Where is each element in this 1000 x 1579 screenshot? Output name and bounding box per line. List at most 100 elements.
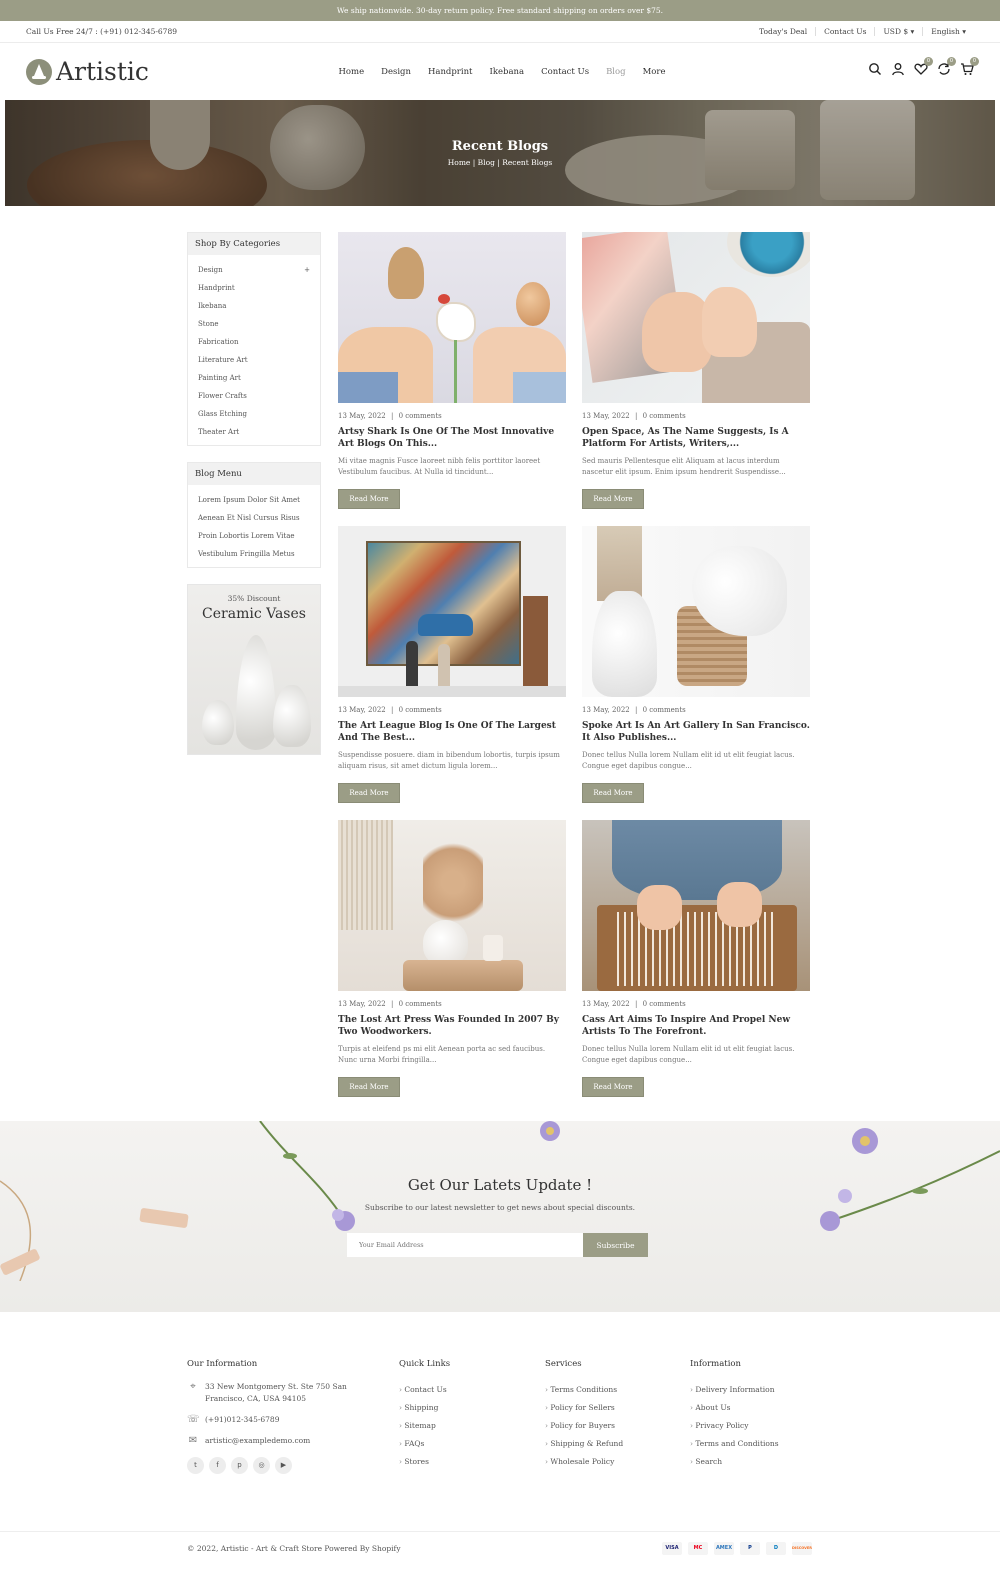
category-item-theater-art[interactable]: Theater Art xyxy=(198,423,310,441)
post-date: 13 May, 2022 xyxy=(582,706,630,714)
blog-menu-item[interactable]: Lorem Ipsum Dolor Sit Amet xyxy=(198,491,310,509)
post-image-gallery-painting[interactable] xyxy=(338,526,566,697)
blog-post-card: 13 May, 2022 | 0 comments Artsy Shark Is… xyxy=(338,232,566,509)
categories-title: Shop By Categories xyxy=(188,233,320,255)
nav-more[interactable]: More xyxy=(634,67,674,77)
blog-menu-item[interactable]: Proin Lobortis Lorem Vitae xyxy=(198,527,310,545)
footer-link[interactable]: Policy for Buyers xyxy=(545,1417,623,1435)
footer-link[interactable]: Policy for Sellers xyxy=(545,1399,623,1417)
wishlist-count-badge: 0 xyxy=(924,57,933,66)
category-item-ikebana[interactable]: Ikebana xyxy=(198,297,310,315)
footer-link[interactable]: Wholesale Policy xyxy=(545,1453,623,1471)
read-more-button[interactable]: Read More xyxy=(582,489,644,509)
todays-deal-link[interactable]: Today's Deal xyxy=(751,27,815,36)
post-title[interactable]: Spoke Art Is An Art Gallery In San Franc… xyxy=(582,721,810,744)
post-title[interactable]: Cass Art Aims To Inspire And Propel New … xyxy=(582,1015,810,1038)
breadcrumb[interactable]: Home | Blog | Recent Blogs xyxy=(5,158,995,167)
footer-link[interactable]: Contact Us xyxy=(399,1381,450,1399)
post-date: 13 May, 2022 xyxy=(338,706,386,714)
footer-link[interactable]: FAQs xyxy=(399,1435,450,1453)
coffee-cup-shape xyxy=(727,232,810,277)
search-icon[interactable] xyxy=(868,62,882,76)
twitter-icon[interactable]: t xyxy=(187,1457,204,1474)
floor-shape xyxy=(338,686,566,697)
email-text[interactable]: artistic@exampledemo.com xyxy=(205,1435,310,1447)
category-label: Painting Art xyxy=(198,374,241,382)
contact-us-link[interactable]: Contact Us xyxy=(815,27,874,36)
footer-link[interactable]: Terms Conditions xyxy=(545,1381,623,1399)
footer-link[interactable]: Sitemap xyxy=(399,1417,450,1435)
footer-link[interactable]: About Us xyxy=(690,1399,779,1417)
newsletter-email-input[interactable] xyxy=(347,1233,583,1257)
read-more-button[interactable]: Read More xyxy=(582,1077,644,1097)
category-item-painting-art[interactable]: Painting Art xyxy=(198,369,310,387)
youtube-icon[interactable]: ▶ xyxy=(275,1457,292,1474)
footer-information-title: Information xyxy=(690,1359,742,1369)
post-comments[interactable]: 0 comments xyxy=(399,1000,442,1008)
footer-link[interactable]: Shipping xyxy=(399,1399,450,1417)
category-item-literature-art[interactable]: Literature Art xyxy=(198,351,310,369)
footer-quick-links-title: Quick Links xyxy=(399,1359,451,1369)
nav-ikebana[interactable]: Ikebana xyxy=(481,67,533,77)
pinterest-icon[interactable]: p xyxy=(231,1457,248,1474)
footer-link[interactable]: Search xyxy=(690,1453,779,1471)
facebook-icon[interactable]: f xyxy=(209,1457,226,1474)
read-more-button[interactable]: Read More xyxy=(338,1077,400,1097)
post-title[interactable]: Open Space, As The Name Suggests, Is A P… xyxy=(582,427,810,450)
category-item-design[interactable]: Design + xyxy=(198,261,310,279)
promo-banner[interactable]: 35% Discount Ceramic Vases xyxy=(187,584,321,755)
instagram-icon[interactable]: ◎ xyxy=(253,1457,270,1474)
post-comments[interactable]: 0 comments xyxy=(399,412,442,420)
post-comments[interactable]: 0 comments xyxy=(643,706,686,714)
subscribe-button[interactable]: Subscribe xyxy=(583,1233,648,1257)
footer-link[interactable]: Privacy Policy xyxy=(690,1417,779,1435)
post-comments[interactable]: 0 comments xyxy=(643,412,686,420)
newsletter-subtitle: Subscribe to our latest newsletter to ge… xyxy=(364,1203,636,1212)
vase-shape xyxy=(202,700,234,745)
category-item-handprint[interactable]: Handprint xyxy=(198,279,310,297)
nav-handprint[interactable]: Handprint xyxy=(419,67,481,77)
headset-icon: ☏ xyxy=(187,1414,200,1425)
read-more-button[interactable]: Read More xyxy=(338,489,400,509)
post-image-dried-flowers[interactable] xyxy=(338,820,566,991)
category-item-stone[interactable]: Stone xyxy=(198,315,310,333)
discover-payment-icon: DISCOVER xyxy=(792,1542,812,1555)
compare-icon[interactable]: 0 xyxy=(937,57,956,76)
logo[interactable]: Artistic xyxy=(26,57,149,86)
read-more-button[interactable]: Read More xyxy=(582,783,644,803)
footer-link[interactable]: Stores xyxy=(399,1453,450,1471)
blog-menu-item[interactable]: Vestibulum Fringilla Metus xyxy=(198,545,310,563)
nav-home[interactable]: Home xyxy=(330,67,373,77)
post-title[interactable]: The Art League Blog Is One Of The Larges… xyxy=(338,721,566,744)
post-image-weaving-loom[interactable] xyxy=(582,820,810,991)
nav-design[interactable]: Design xyxy=(373,67,420,77)
post-title[interactable]: Artsy Shark Is One Of The Most Innovativ… xyxy=(338,427,566,450)
logo-text: Artistic xyxy=(56,57,149,86)
phone-text[interactable]: (+91)012-345-6789 xyxy=(205,1414,279,1426)
read-more-button[interactable]: Read More xyxy=(338,783,400,803)
category-item-glass-etching[interactable]: Glass Etching xyxy=(198,405,310,423)
blog-menu-item[interactable]: Aenean Et Nisl Cursus Risus xyxy=(198,509,310,527)
post-image-dove-vase[interactable] xyxy=(582,526,810,697)
top-bar-links: Today's Deal Contact Us USD $ ▾ English … xyxy=(751,27,974,36)
nav-blog[interactable]: Blog xyxy=(598,67,635,77)
account-icon[interactable] xyxy=(891,62,905,76)
nav-contact-us[interactable]: Contact Us xyxy=(533,67,598,77)
footer-link[interactable]: Terms and Conditions xyxy=(690,1435,778,1453)
category-item-flower-crafts[interactable]: Flower Crafts xyxy=(198,387,310,405)
cart-icon[interactable]: 0 xyxy=(960,57,979,76)
expand-icon[interactable]: + xyxy=(304,261,310,279)
post-comments[interactable]: 0 comments xyxy=(399,706,442,714)
currency-selector[interactable]: USD $ ▾ xyxy=(874,27,922,36)
category-item-fabrication[interactable]: Fabrication xyxy=(198,333,310,351)
post-image-easter-craft[interactable] xyxy=(338,232,566,403)
post-image-knitting[interactable] xyxy=(582,232,810,403)
post-title[interactable]: The Lost Art Press Was Founded In 2007 B… xyxy=(338,1015,566,1038)
post-comments[interactable]: 0 comments xyxy=(643,1000,686,1008)
wishlist-icon[interactable]: 0 xyxy=(914,57,933,76)
footer-link[interactable]: Delivery Information xyxy=(690,1381,779,1399)
category-label: Literature Art xyxy=(198,356,248,364)
language-selector[interactable]: English ▾ xyxy=(922,27,974,36)
dried-grass-shape xyxy=(597,526,642,601)
footer-link[interactable]: Shipping & Refund xyxy=(545,1435,623,1453)
